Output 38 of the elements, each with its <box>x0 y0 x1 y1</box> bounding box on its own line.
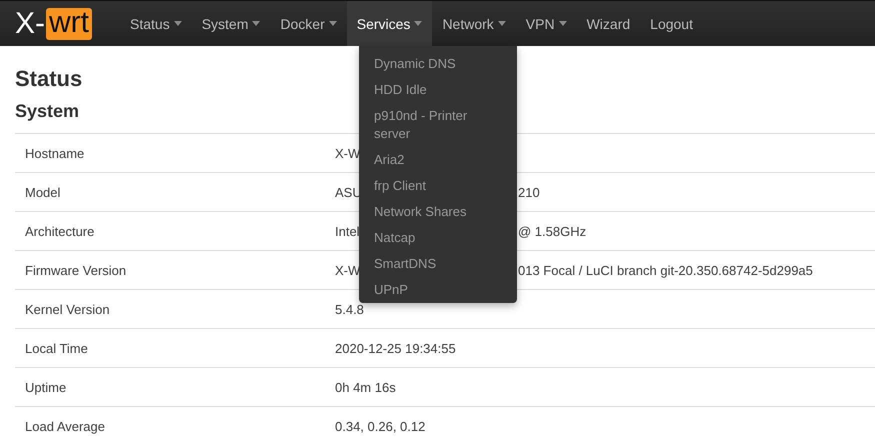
menu-item[interactable]: p910nd - Printer server <box>359 103 517 147</box>
field-value: 0h 4m 16s <box>335 380 396 394</box>
nav-item[interactable]: Wizard <box>576 1 640 46</box>
menu-item[interactable]: Natcap <box>359 225 517 251</box>
field-label: Kernel Version <box>24 302 111 316</box>
field-value: 210 <box>518 184 540 200</box>
field-value: @ 1.58GHz <box>518 224 586 238</box>
field-value: X-W <box>335 146 360 160</box>
field-label: Uptime <box>24 380 68 394</box>
nav-item[interactable]: Logout <box>640 1 703 46</box>
nav-item[interactable]: Docker <box>270 1 347 46</box>
nav-item[interactable]: Status <box>120 1 192 46</box>
field-label: Local Time <box>24 340 89 356</box>
field-label: Hostname <box>24 146 86 160</box>
field-value: 2020-12-25 19:34:55 <box>335 340 456 356</box>
menu-item[interactable]: SmartDNS <box>359 251 517 277</box>
menu-item[interactable]: Dynamic DNS <box>359 51 517 77</box>
nav-item[interactable]: Network <box>432 1 516 46</box>
field-label: Model <box>24 184 62 200</box>
menu-item[interactable]: HDD Idle <box>359 77 517 103</box>
logo[interactable]: X-wrt <box>0 1 120 46</box>
field-value: 0.34, 0.26, 0.12 <box>335 418 426 434</box>
menu-item[interactable]: UPnP <box>359 277 517 303</box>
field-label: Architecture <box>24 224 96 238</box>
menu-item[interactable]: Aria2 <box>359 147 517 173</box>
field-value: Intel <box>335 224 360 238</box>
field-value: X-W <box>335 262 360 278</box>
field-label: Load Average <box>24 418 106 434</box>
field-label: Firmware Version <box>24 262 128 278</box>
menu-item[interactable]: frp Client <box>359 173 517 199</box>
nav-item[interactable]: System <box>192 1 270 46</box>
field-value: 5.4.8 <box>335 302 364 316</box>
section-title: System <box>15 100 80 123</box>
page-title: Status <box>15 65 82 93</box>
field-value: 013 Focal / LuCI branch git-20.350.68742-5d299a5 <box>518 262 813 278</box>
nav-item[interactable]: Services <box>346 1 432 46</box>
menu-item[interactable]: Network Shares <box>359 199 517 225</box>
nav-item[interactable]: VPN <box>516 1 577 46</box>
